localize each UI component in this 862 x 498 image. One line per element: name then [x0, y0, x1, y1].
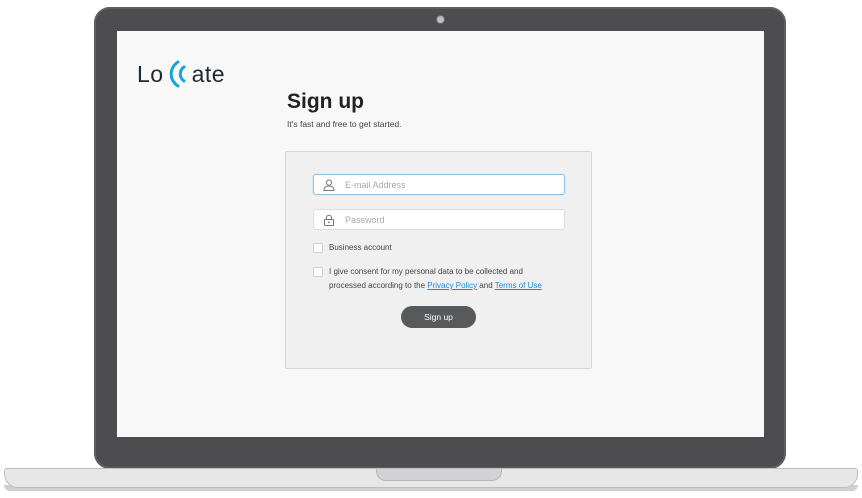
consent-label: I give consent for my personal data to b…	[329, 265, 542, 293]
signal-wave-icon	[169, 60, 186, 88]
consent-text-line1: I give consent for my personal data to b…	[329, 267, 523, 276]
locate-logo: Lo ate	[137, 58, 225, 90]
user-icon	[323, 179, 335, 191]
page-subtitle: It's fast and free to get started.	[287, 119, 402, 129]
terms-of-use-link[interactable]: Terms of Use	[495, 281, 542, 290]
logo-text-prefix: Lo	[137, 60, 164, 87]
consent-text-line2: processed according to the	[329, 281, 428, 290]
consent-and-text: and	[477, 281, 495, 290]
signup-form-card: E-mail Address Password Business account…	[285, 151, 592, 369]
camera-icon	[437, 16, 444, 23]
sign-up-button[interactable]: Sign up	[401, 306, 476, 328]
laptop-notch	[376, 469, 502, 481]
lock-icon	[324, 214, 334, 226]
password-placeholder: Password	[345, 214, 385, 225]
privacy-policy-link[interactable]: Privacy Policy	[427, 281, 477, 290]
email-placeholder: E-mail Address	[345, 179, 406, 190]
logo-text-suffix: ate	[191, 60, 226, 87]
business-account-label: Business account	[329, 243, 392, 252]
email-field[interactable]: E-mail Address	[313, 174, 565, 195]
password-field[interactable]: Password	[313, 209, 565, 230]
business-account-checkbox[interactable]	[313, 243, 323, 253]
consent-checkbox[interactable]	[313, 267, 323, 277]
page-title: Sign up	[287, 90, 364, 113]
laptop-screen: Lo ate Sign up It's fast and free to get…	[117, 31, 764, 437]
